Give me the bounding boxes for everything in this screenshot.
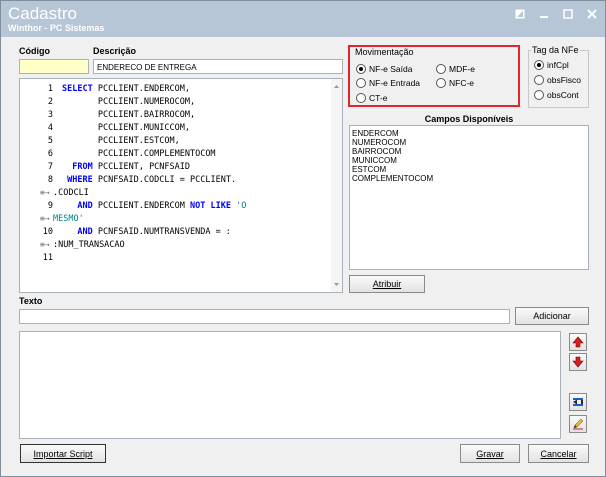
restore-icon[interactable] [513, 7, 527, 21]
radio-obsfisco[interactable]: obsFisco [534, 74, 581, 86]
list-item[interactable]: ENDERCOM [352, 129, 399, 138]
close-icon[interactable] [585, 7, 599, 21]
line-number: 1 [47, 84, 53, 94]
code-text: PCCLIENT.BAIRROCOM, [97, 110, 196, 120]
code-line: 1 SELECT PCCLIENT.ENDERCOM, [20, 84, 334, 96]
texto-input[interactable] [19, 309, 510, 324]
line-number: 5 [47, 136, 53, 146]
campos-list[interactable]: ENDERCOM NUMEROCOM BAIRROCOM MUNICCOM ES… [349, 125, 589, 270]
descricao-input[interactable]: ENDERECO DE ENTREGA [93, 59, 343, 74]
line-number: 8 [47, 175, 53, 185]
word-wrap-icon: ≡→ [40, 214, 50, 223]
gravar-button[interactable]: Gravar [460, 444, 520, 463]
edit-pencil-icon[interactable] [569, 415, 587, 433]
code-line: 5 PCCLIENT.ESTCOM, [20, 136, 334, 148]
code-line: 9 AND PCCLIENT.ENDERCOM NOT LIKE 'O [20, 201, 334, 213]
word-wrap-icon: ≡→ [40, 240, 50, 249]
codigo-label: Código [19, 46, 50, 56]
code-text: .CODCLI [53, 188, 89, 198]
code-line: ≡→ .CODCLI [20, 188, 334, 200]
tag-nfe-title: Tag da NFe [531, 45, 580, 55]
code-line: 3 PCCLIENT.BAIRROCOM, [20, 110, 334, 122]
line-number: 4 [47, 123, 53, 133]
sql-editor[interactable]: 1 SELECT PCCLIENT.ENDERCOM, 2 PCCLIENT.NUM… [19, 78, 343, 293]
code-text: PCCLIENT.COMPLEMENTOCOM [97, 149, 216, 159]
insert-field-icon[interactable] [569, 393, 587, 411]
code-text: MESMO' [53, 214, 84, 224]
radio-obscont[interactable]: obsCont [534, 89, 579, 101]
codigo-input[interactable] [19, 59, 89, 74]
movimentacao-group: Movimentação NF-e Saída MDF-e NF-e Entra… [348, 45, 520, 107]
radio-nfce[interactable]: NFC-e [436, 77, 474, 89]
list-item[interactable]: COMPLEMENTOCOM [352, 174, 433, 183]
radio-cte[interactable]: CT-e [356, 92, 387, 104]
code-text: FROM PCCLIENT, PCNFSAID [72, 162, 191, 172]
radio-infcpl[interactable]: infCpl [534, 59, 569, 71]
movimentacao-title: Movimentação [354, 47, 415, 57]
word-wrap-icon: ≡→ [40, 188, 50, 197]
line-number: 6 [47, 149, 53, 159]
adicionar-button[interactable]: Adicionar [515, 307, 589, 325]
code-text: :NUM_TRANSACAO [53, 240, 125, 250]
code-line: 2 PCCLIENT.NUMEROCOM, [20, 97, 334, 109]
code-line: 11 [20, 253, 334, 265]
line-number: 11 [42, 253, 53, 263]
descricao-label: Descrição [93, 46, 137, 56]
line-number: 2 [47, 97, 53, 107]
radio-nfe-entrada[interactable]: NF-e Entrada [356, 77, 420, 89]
arrow-up-icon[interactable] [569, 333, 587, 351]
code-text: WHERE PCNFSAID.CODCLI = PCCLIENT. [67, 175, 237, 185]
title-bar[interactable]: Cadastro Winthor - PC Sistemas [1, 1, 605, 37]
radio-selected-dot [356, 64, 366, 74]
list-item[interactable]: BAIRROCOM [352, 147, 401, 156]
texto-label: Texto [19, 296, 43, 306]
maximize-icon[interactable] [561, 7, 575, 21]
code-line: 10 AND PCNFSAID.NUMTRANSVENDA = : [20, 227, 334, 239]
list-item[interactable]: MUNICCOM [352, 156, 397, 165]
line-number: 9 [47, 201, 53, 211]
list-item[interactable]: ESTCOM [352, 165, 386, 174]
radio-mdfe[interactable]: MDF-e [436, 63, 475, 75]
line-number: 7 [47, 162, 53, 172]
line-number: 3 [47, 110, 53, 120]
campos-title: Campos Disponíveis [424, 114, 514, 124]
code-line: 8 WHERE PCNFSAID.CODCLI = PCCLIENT. [20, 175, 334, 187]
code-text: SELECT PCCLIENT.ENDERCOM, [62, 84, 190, 94]
line-number: 10 [42, 227, 53, 237]
code-line: ≡→ MESMO' [20, 214, 334, 226]
radio-nfe-saida[interactable]: NF-e Saída [356, 63, 412, 75]
list-item[interactable]: NUMEROCOM [352, 138, 406, 147]
atribuir-button[interactable]: Atribuir [349, 275, 425, 293]
cancelar-button[interactable]: Cancelar [528, 444, 589, 463]
descricao-value: ENDERECO DE ENTREGA [97, 63, 197, 72]
cadastro-window: Cadastro Winthor - PC Sistemas Código De… [0, 0, 606, 477]
code-line: 7 FROM PCCLIENT, PCNFSAID [20, 162, 334, 174]
arrow-down-icon[interactable] [569, 353, 587, 371]
code-line: ≡→:NUM_TRANSACAO [20, 240, 334, 252]
code-line: 6 PCCLIENT.COMPLEMENTOCOM [20, 149, 334, 161]
minimize-icon[interactable] [537, 7, 551, 21]
window-title: Cadastro [8, 4, 77, 23]
window-subtitle: Winthor - PC Sistemas [8, 23, 105, 33]
code-text: PCCLIENT.ESTCOM, [97, 136, 180, 146]
editor-scrollbar[interactable] [331, 79, 342, 292]
code-text: PCCLIENT.MUNICCOM, [97, 123, 190, 133]
code-text: PCCLIENT.NUMEROCOM, [97, 97, 196, 107]
code-text: AND PCNFSAID.NUMTRANSVENDA = : [77, 227, 231, 237]
texto-memo[interactable] [19, 331, 561, 439]
code-line: 4 PCCLIENT.MUNICCOM, [20, 123, 334, 135]
code-text: AND PCCLIENT.ENDERCOM NOT LIKE 'O [77, 201, 247, 211]
tag-nfe-group: Tag da NFe infCpl obsFisco obsCont [528, 45, 589, 108]
importar-script-button[interactable]: Importar Script [20, 444, 106, 463]
